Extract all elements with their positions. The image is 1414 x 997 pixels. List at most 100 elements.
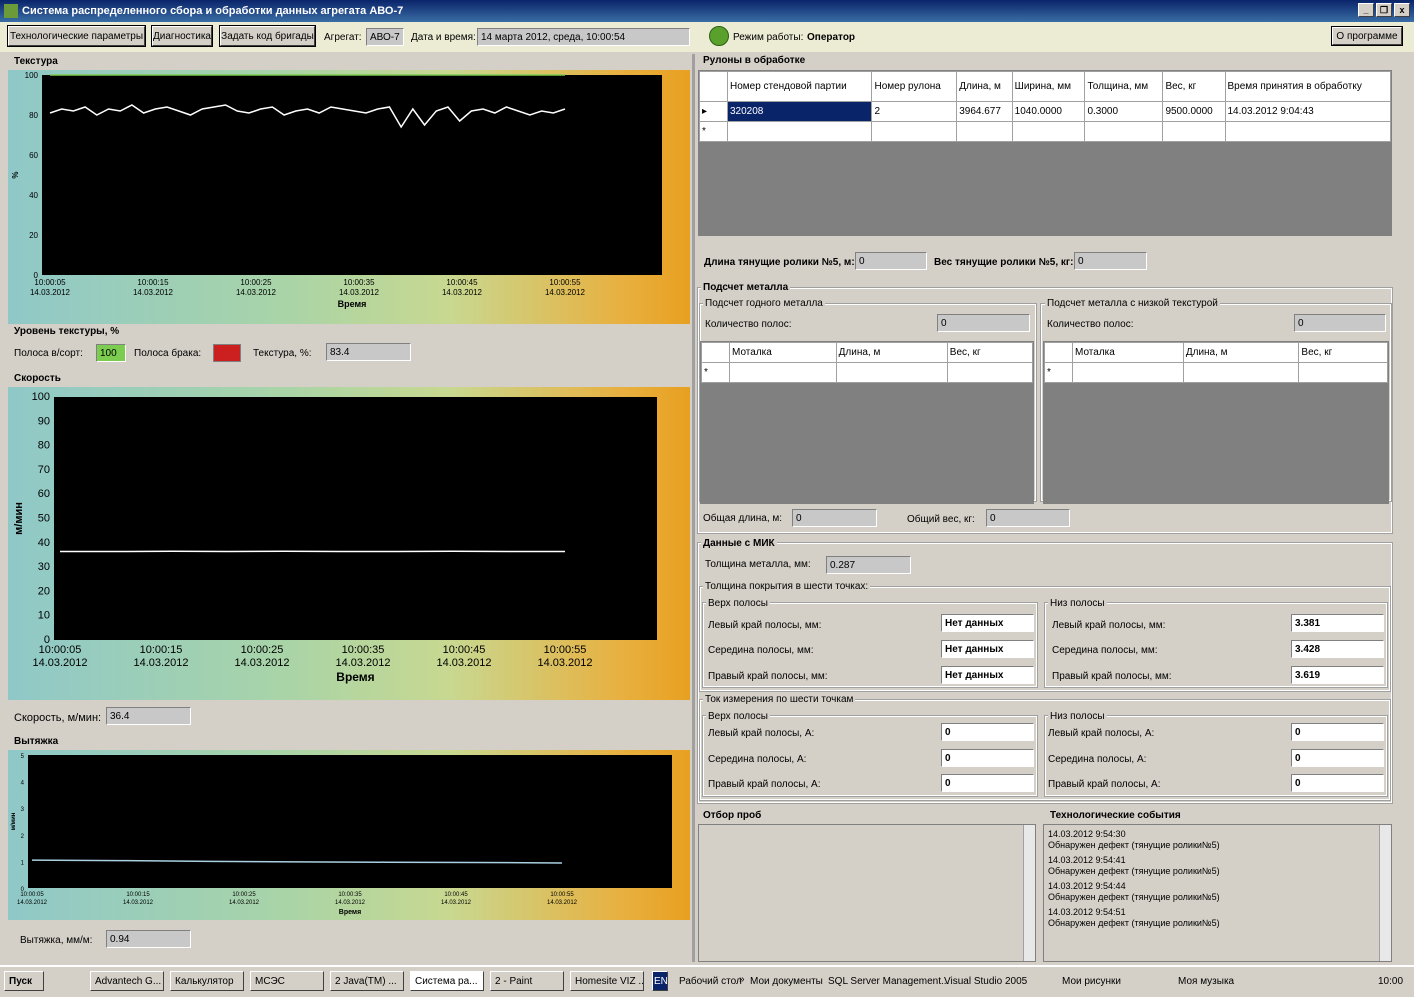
y-tick-label: 30 — [38, 561, 50, 573]
strip-grade-label: Полоса в/сорт: — [14, 348, 83, 359]
taskbar-item[interactable]: 2 - Paint — [490, 971, 564, 991]
taskbar-item[interactable]: 2 Java(TM) ... — [330, 971, 404, 991]
event-item: 14.03.2012 9:54:30 Обнаружен дефект (тяну… — [1048, 829, 1220, 850]
window-title-bar: Система распределенного сбора и обработк… — [0, 0, 1414, 22]
coat-top-right-label: Правый край полосы, мм: — [708, 671, 828, 682]
cur-bot-right-field: 0 — [1291, 774, 1384, 792]
table-row[interactable]: ▸ 320208 2 3964.677 1040.0000 0.3000 950… — [699, 101, 1391, 122]
quick-link[interactable]: SQL Server Management... — [828, 976, 949, 987]
stretch-title: Вытяжка — [12, 736, 61, 747]
new-row[interactable]: * — [699, 121, 1391, 142]
table-cell[interactable]: 320208 — [726, 101, 873, 122]
roller-weight-label: Вес тянущие ролики №5, кг: — [934, 257, 1074, 268]
cur-bot-mid-label: Середина полосы, А: — [1048, 754, 1147, 765]
table-cell[interactable]: 9500.0000 — [1162, 101, 1226, 122]
x-tick-label: 10:00:35 — [342, 644, 385, 656]
rolls-grid[interactable]: Номер стендовой партии Номер рулона Длин… — [698, 70, 1392, 236]
y-tick-label: 100 — [25, 71, 39, 80]
y-tick-label: 80 — [29, 111, 38, 120]
quick-link[interactable]: Рабочий стол — [679, 976, 742, 987]
stretch-chart: 0 1 2 3 4 5 10:00:05 14.03.2012 10:00:15 14.03.20… — [8, 750, 690, 920]
table-cell[interactable]: 2 — [871, 101, 958, 122]
current-title: Ток измерения по шести точкам — [703, 694, 856, 705]
taskbar-item-active[interactable]: Система ра... — [410, 971, 484, 991]
grid-header[interactable]: Моталка — [729, 342, 837, 363]
stretch-chart-svg: 01234510:00:0514.03.201210:00:1514.03.20… — [11, 754, 578, 916]
x-tick-date: 14.03.2012 — [537, 657, 592, 669]
y-tick-label: 40 — [29, 191, 38, 200]
x-axis-label: Время — [336, 670, 374, 684]
events-list[interactable]: 14.03.2012 9:54:30 Обнаружен дефект (тяну… — [1043, 824, 1392, 962]
grid-header[interactable]: Моталка — [1072, 342, 1184, 363]
taskbar-item[interactable]: Калькулятор — [170, 971, 244, 991]
x-tick-label: 10:00:35 — [343, 278, 375, 287]
good-metal-grid[interactable]: Моталка Длина, м Вес, кг * — [700, 341, 1034, 504]
row-selector-icon[interactable]: ▸ — [699, 101, 728, 122]
splitter[interactable] — [692, 54, 695, 962]
grid-header[interactable]: Длина, м — [1182, 342, 1300, 363]
mik-title: Данные с МИК — [701, 538, 777, 549]
datetime-label: Дата и время: — [411, 32, 476, 43]
tech-params-button[interactable]: Технологические параметры — [7, 25, 146, 47]
quick-link[interactable]: Мои документы — [750, 976, 823, 987]
x-tick-date: 14.03.2012 — [32, 657, 87, 669]
event-item: 14.03.2012 9:54:44 Обнаружен дефект (тяну… — [1048, 881, 1220, 902]
speed-label: Скорость, м/мин: — [14, 712, 102, 724]
close-button[interactable]: x — [1394, 3, 1410, 17]
rolls-header[interactable]: Длина, м — [956, 71, 1013, 102]
maximize-button[interactable]: ❒ — [1376, 3, 1392, 17]
table-cell[interactable]: 0.3000 — [1084, 101, 1164, 122]
rolls-header[interactable]: Вес, кг — [1162, 71, 1226, 102]
rolls-header[interactable]: Номер рулона — [871, 71, 958, 102]
x-tick-label: 10:00:25 — [241, 644, 284, 656]
rolls-header[interactable]: Толщина, мм — [1084, 71, 1164, 102]
quick-link-more[interactable]: » — [739, 974, 745, 985]
start-button[interactable]: Пуск — [4, 971, 44, 991]
toolbar: Технологические параметры Диагностика За… — [0, 22, 1414, 52]
grid-header[interactable]: Вес, кг — [946, 342, 1033, 363]
samples-list[interactable] — [698, 824, 1036, 962]
clock: 10:00 — [1378, 976, 1404, 987]
cur-bot-mid-field: 0 — [1291, 749, 1384, 767]
aggregate-label: Агрегат: — [324, 32, 362, 43]
speed-field: 36.4 — [106, 707, 191, 725]
taskbar-item[interactable]: Advantech G... — [90, 971, 164, 991]
minimize-button[interactable]: _ — [1358, 3, 1374, 17]
quick-link[interactable]: Моя музыка — [1178, 976, 1234, 987]
grid-header[interactable]: Вес, кг — [1298, 342, 1388, 363]
language-indicator[interactable]: EN — [652, 971, 668, 991]
new-row[interactable]: * — [701, 362, 1033, 383]
mode-status-icon — [709, 26, 729, 46]
y-tick-label: 40 — [38, 537, 50, 549]
good-count-label: Количество полос: — [705, 319, 792, 330]
taskbar-item[interactable]: МСЭС — [250, 971, 324, 991]
table-cell[interactable]: 1040.0000 — [1011, 101, 1086, 122]
diagnostics-button[interactable]: Диагностика — [151, 25, 213, 47]
samples-scrollbar[interactable] — [1023, 825, 1035, 961]
table-cell[interactable]: 14.03.2012 9:04:43 — [1224, 101, 1391, 122]
rolls-header[interactable]: Время принятия в обработку — [1224, 71, 1391, 102]
rolls-title: Рулоны в обработке — [701, 55, 808, 66]
texture-value-label: Текстура, %: — [253, 348, 312, 359]
speed-chart: 0 10 20 30 40 50 60 70 80 90 100 10:00:05 14.03.2012… — [8, 387, 690, 700]
events-scrollbar[interactable] — [1379, 825, 1391, 961]
low-texture-grid[interactable]: Моталка Длина, м Вес, кг * — [1043, 341, 1389, 504]
quick-link[interactable]: Visual Studio 2005 — [944, 976, 1027, 987]
cur-top-right-label: Правый край полосы, А: — [708, 779, 821, 790]
rolls-header[interactable]: Номер стендовой партии — [726, 71, 873, 102]
coat-top-left-label: Левый край полосы, мм: — [708, 620, 822, 631]
brigade-code-button[interactable]: Задать код бригады — [219, 25, 316, 47]
about-button[interactable]: О программе — [1331, 26, 1403, 46]
cur-top-right-field: 0 — [941, 774, 1034, 792]
new-row[interactable]: * — [1044, 362, 1388, 383]
texture-level-title: Уровень текстуры, % — [12, 326, 122, 337]
roller-length-field: 0 — [855, 252, 927, 270]
taskbar-item[interactable]: Homesite VIZ ... — [570, 971, 644, 991]
table-cell[interactable]: 3964.677 — [956, 101, 1013, 122]
rolls-header[interactable]: Ширина, мм — [1011, 71, 1086, 102]
y-tick-label: 20 — [38, 585, 50, 597]
grid-header[interactable]: Длина, м — [835, 342, 948, 363]
x-tick-date: 14.03.2012 — [17, 900, 48, 906]
stretch-field: 0.94 — [106, 930, 191, 948]
quick-link[interactable]: Мои рисунки — [1062, 976, 1121, 987]
